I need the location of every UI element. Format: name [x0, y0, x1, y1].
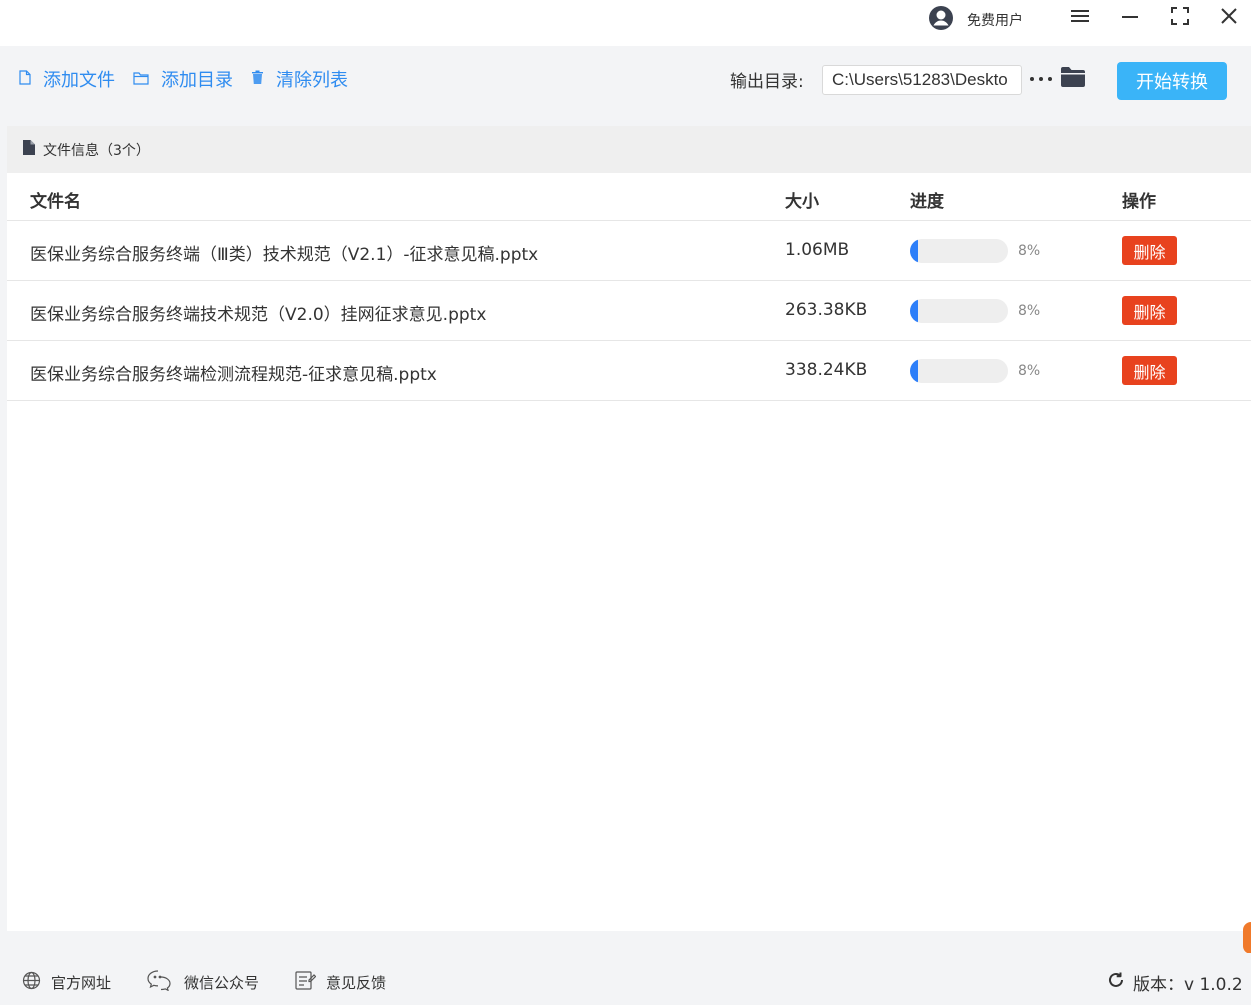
output-path-field[interactable]: C:\Users\51283\Deskto	[822, 65, 1022, 95]
more-icon	[1030, 77, 1034, 81]
toolbar: 添加文件 添加目录 清除列表 输出目录: C:\Users\51283\Desk…	[0, 46, 1251, 114]
maximize-button[interactable]	[1165, 5, 1195, 31]
document-icon	[23, 140, 35, 159]
version-label: 版本：v 1.0.2	[1133, 974, 1243, 995]
folder-icon	[133, 70, 149, 89]
progress-text: 8%	[1018, 243, 1041, 259]
wechat-link[interactable]: 微信公众号	[146, 969, 259, 995]
add-folder-label: 添加目录	[161, 70, 233, 91]
browse-folder-button[interactable]	[1060, 66, 1086, 92]
file-size: 263.38KB	[785, 300, 868, 320]
panel-title: 文件信息（3个）	[43, 142, 150, 159]
column-header-progress: 进度	[910, 192, 944, 212]
table-row: 医保业务综合服务终端（Ⅲ类）技术规范（V2.1）-征求意见稿.pptx 1.06…	[7, 221, 1251, 281]
progress-fill	[910, 239, 918, 263]
progress-text: 8%	[1018, 363, 1041, 379]
file-name: 医保业务综合服务终端检测流程规范-征求意见稿.pptx	[30, 365, 437, 385]
menu-button[interactable]	[1065, 5, 1095, 31]
website-label: 官方网址	[51, 973, 112, 992]
table-header: 文件名 大小 进度 操作	[7, 173, 1251, 221]
user-name: 免费用户	[967, 13, 1023, 29]
user-avatar-icon	[928, 5, 954, 35]
edit-icon	[294, 969, 317, 995]
add-file-button[interactable]: 添加文件	[19, 66, 115, 92]
wechat-label: 微信公众号	[184, 973, 260, 992]
delete-button[interactable]: 删除	[1122, 236, 1177, 265]
progress-bar	[910, 359, 1008, 383]
file-size: 1.06MB	[785, 240, 850, 260]
table-row: 医保业务综合服务终端技术规范（V2.0）挂网征求意见.pptx 263.38KB…	[7, 281, 1251, 341]
title-bar: 免费用户	[0, 0, 1251, 46]
feedback-label: 意见反馈	[326, 973, 387, 992]
website-link[interactable]: 官方网址	[22, 969, 111, 995]
user-account[interactable]: 免费用户	[928, 6, 1023, 34]
feedback-link[interactable]: 意见反馈	[294, 969, 386, 995]
output-dir-label: 输出目录:	[730, 72, 804, 92]
add-folder-button[interactable]: 添加目录	[133, 66, 233, 92]
delete-button[interactable]: 删除	[1122, 296, 1177, 325]
more-options-button[interactable]	[1030, 68, 1052, 90]
file-size: 338.24KB	[785, 360, 868, 380]
menu-icon	[1070, 8, 1090, 28]
file-icon	[19, 69, 31, 89]
file-name: 医保业务综合服务终端（Ⅲ类）技术规范（V2.1）-征求意见稿.pptx	[30, 245, 539, 265]
clear-list-button[interactable]: 清除列表	[251, 66, 348, 92]
progress-fill	[910, 359, 918, 383]
add-file-label: 添加文件	[43, 70, 115, 91]
version-info[interactable]: 版本：v 1.0.2	[1107, 969, 1243, 995]
refresh-icon	[1107, 971, 1125, 994]
file-list-panel: 文件信息（3个） 文件名 大小 进度 操作 医保业务综合服务终端（Ⅲ类）技术规范…	[7, 126, 1251, 931]
clear-list-label: 清除列表	[276, 70, 348, 91]
close-button[interactable]	[1214, 5, 1244, 31]
minimize-icon	[1120, 8, 1140, 28]
trash-icon	[251, 70, 264, 89]
progress-text: 8%	[1018, 303, 1041, 319]
column-header-name: 文件名	[30, 192, 81, 212]
footer: 官方网址 微信公众号 意见反馈 版本：v 1.0.2	[0, 953, 1251, 1005]
file-name: 医保业务综合服务终端技术规范（V2.0）挂网征求意见.pptx	[30, 305, 487, 325]
close-icon	[1220, 7, 1238, 29]
maximize-icon	[1170, 6, 1190, 30]
progress-bar	[910, 299, 1008, 323]
delete-button[interactable]: 删除	[1122, 356, 1177, 385]
progress-bar	[910, 239, 1008, 263]
panel-header: 文件信息（3个）	[7, 126, 1251, 173]
column-header-action: 操作	[1122, 192, 1156, 212]
globe-icon	[22, 971, 41, 994]
folder-browse-icon	[1060, 67, 1086, 92]
table-row: 医保业务综合服务终端检测流程规范-征求意见稿.pptx 338.24KB 8% …	[7, 341, 1251, 401]
chat-icon	[146, 969, 174, 995]
start-convert-button[interactable]: 开始转换	[1117, 62, 1227, 100]
column-header-size: 大小	[785, 192, 819, 212]
side-float-tab[interactable]	[1243, 922, 1251, 954]
minimize-button[interactable]	[1115, 5, 1145, 31]
progress-fill	[910, 299, 918, 323]
